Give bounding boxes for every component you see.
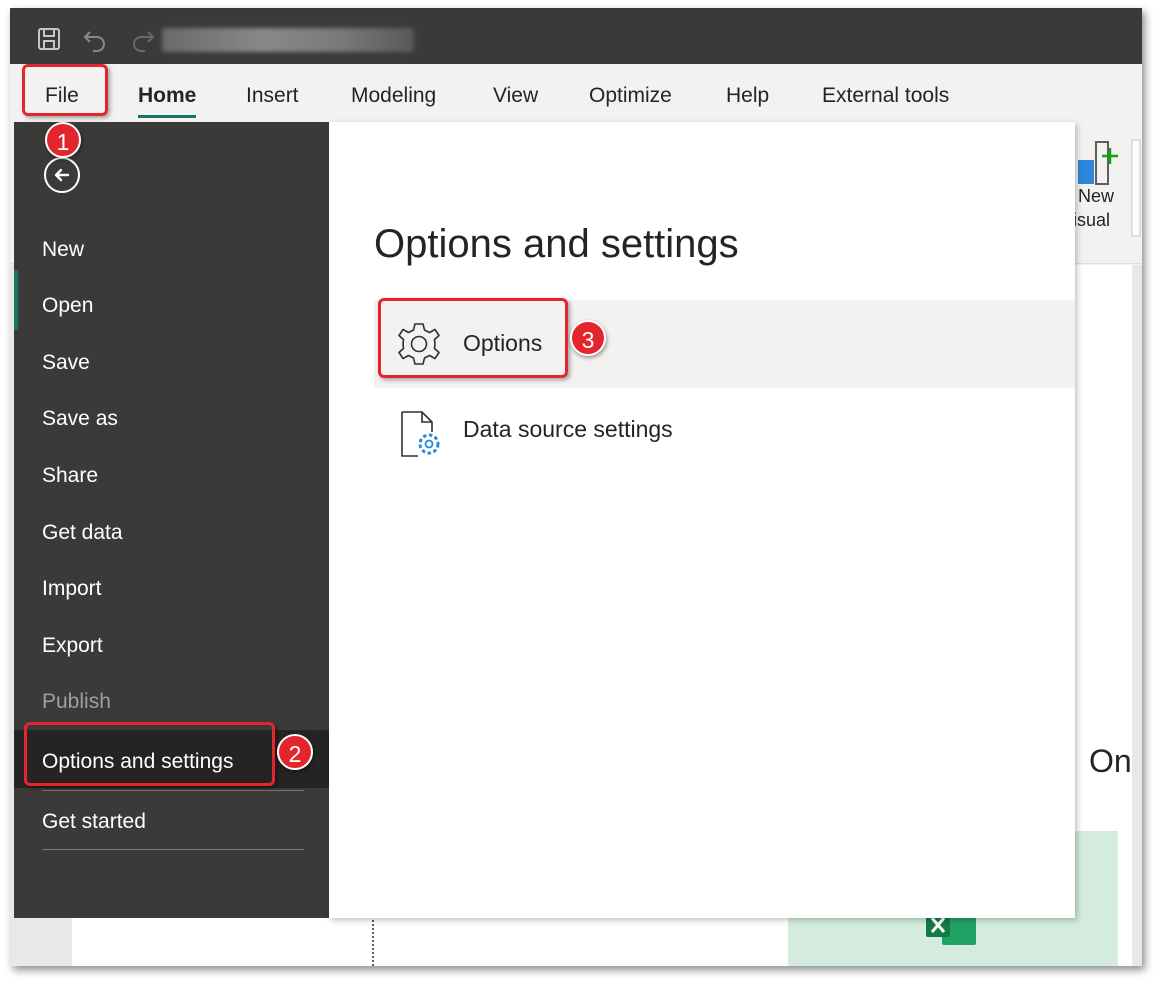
callout-highlight-options: [378, 298, 568, 378]
menu-item-new[interactable]: New: [42, 238, 84, 262]
menu-item-import[interactable]: Import: [42, 577, 102, 601]
undo-icon[interactable]: [82, 26, 108, 52]
menu-item-get-data[interactable]: Get data: [42, 521, 123, 545]
tab-insert[interactable]: Insert: [246, 84, 299, 108]
tab-modeling[interactable]: Modeling: [351, 84, 436, 108]
title-bar: [10, 8, 1142, 64]
back-button[interactable]: [44, 157, 80, 193]
backstage-content: Options and settings Options Data source…: [329, 122, 1075, 918]
callout-highlight-file: [22, 64, 108, 116]
new-visual-button[interactable]: New visual: [1064, 184, 1115, 232]
callout-highlight-options-and-settings: [24, 722, 275, 786]
page-title: Options and settings: [374, 222, 739, 266]
tab-optimize[interactable]: Optimize: [589, 84, 672, 108]
backstage-sidebar: New Open Save Save as Share Get data Imp…: [14, 122, 329, 918]
data-source-settings-icon: [401, 411, 440, 457]
menu-item-publish: Publish: [42, 690, 111, 713]
menu-item-share[interactable]: Share: [42, 464, 98, 488]
menu-item-save[interactable]: Save: [42, 351, 90, 375]
menu-item-open[interactable]: Open: [42, 294, 93, 318]
data-source-settings-label: Data source settings: [463, 416, 673, 442]
tab-view[interactable]: View: [493, 84, 538, 108]
callout-badge-3: 3: [570, 320, 606, 356]
active-tab-indicator: [138, 115, 196, 118]
data-source-settings-item[interactable]: Data source settings: [374, 392, 1075, 472]
menu-separator: [42, 790, 304, 791]
back-arrow-icon: [54, 168, 70, 182]
menu-item-save-as[interactable]: Save as: [42, 407, 118, 431]
document-title-blurred: [162, 28, 414, 52]
ribbon-tabs: File Home Insert Modeling View Optimize …: [10, 64, 1142, 122]
callout-badge-1: 1: [45, 122, 81, 158]
new-visual-label-line1: New: [1078, 186, 1115, 206]
save-icon[interactable]: [36, 26, 62, 52]
canvas-divider: [372, 913, 374, 966]
tab-help[interactable]: Help: [726, 84, 769, 108]
menu-separator: [42, 849, 304, 850]
menu-item-export[interactable]: Export: [42, 634, 103, 658]
menu-item-get-started[interactable]: Get started: [42, 810, 146, 834]
accent-bar: [14, 270, 18, 330]
tab-external-tools[interactable]: External tools: [822, 84, 949, 108]
redo-icon[interactable]: [130, 26, 156, 52]
tab-home[interactable]: Home: [138, 84, 196, 108]
background-heading: On: [1089, 743, 1132, 779]
app-window: File Home Insert Modeling View Optimize …: [10, 8, 1142, 966]
callout-badge-2: 2: [277, 734, 313, 770]
